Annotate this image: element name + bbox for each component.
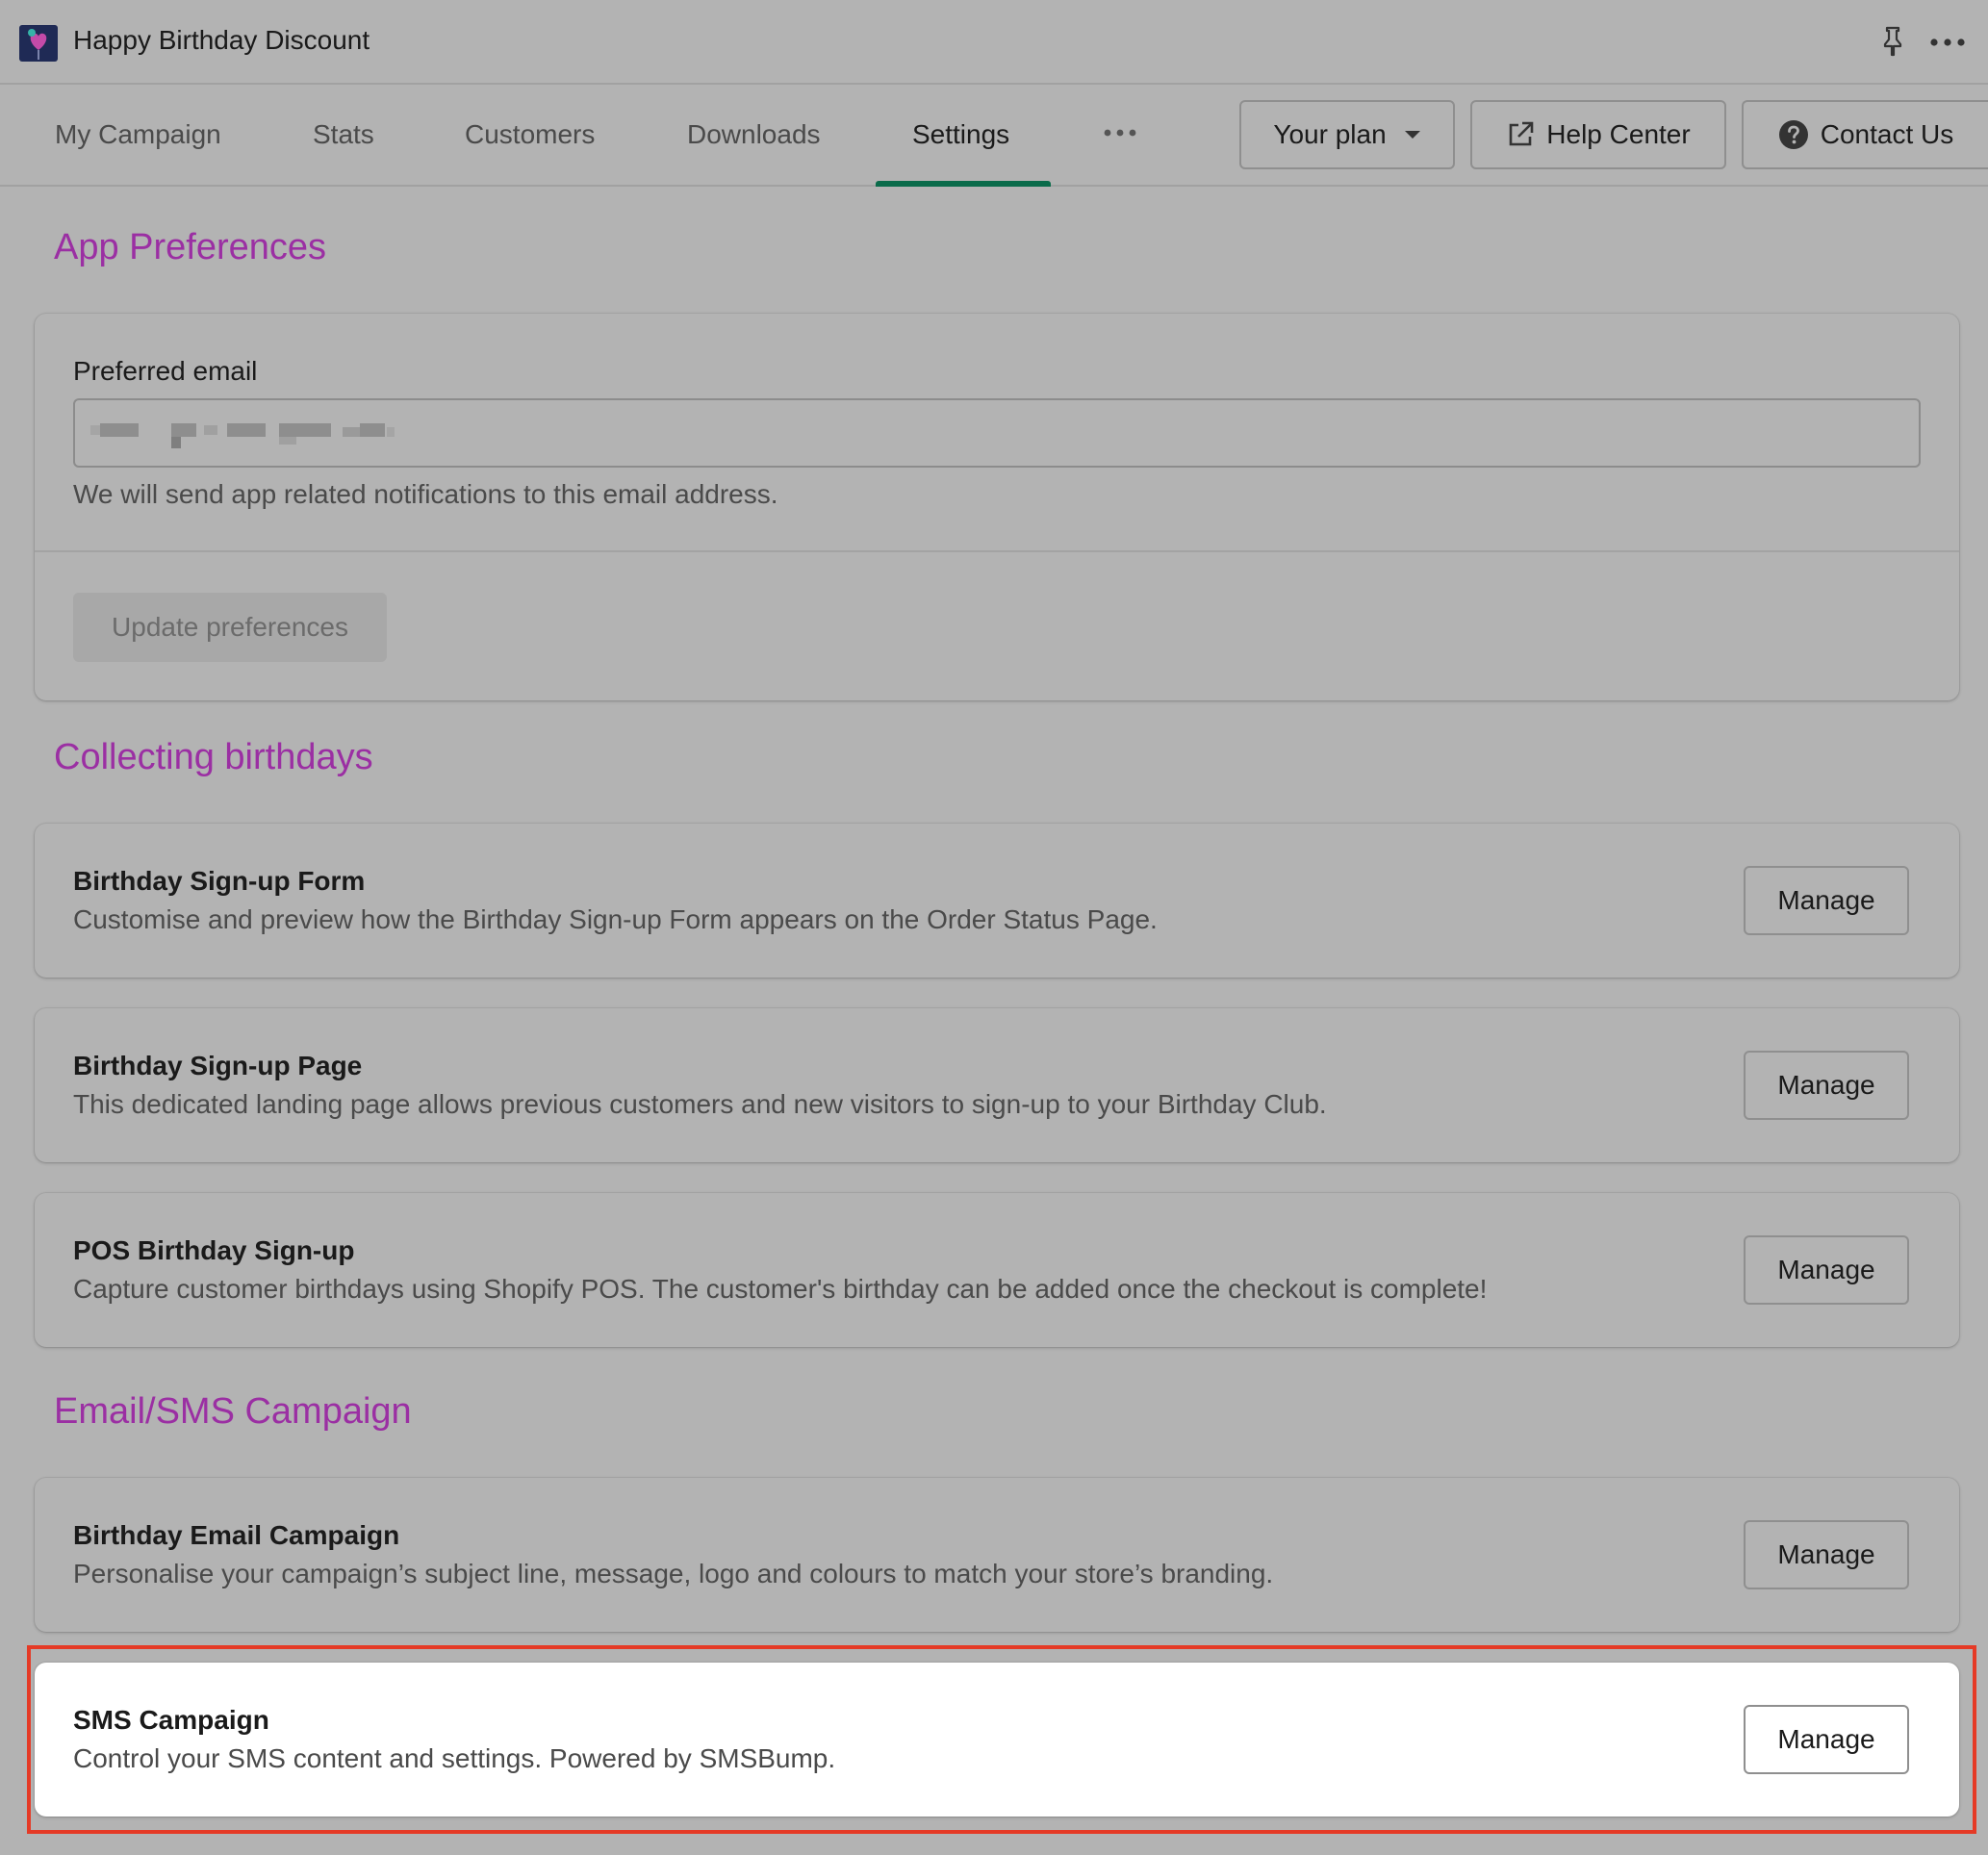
preferred-email-input[interactable]: [73, 398, 1921, 468]
card-description: Personalise your campaign’s subject line…: [73, 1559, 1274, 1588]
active-tab-indicator: [876, 181, 1051, 187]
tab-stats[interactable]: Stats: [313, 119, 374, 150]
update-preferences-button[interactable]: Update preferences: [73, 593, 387, 662]
card-description: Capture customer birthdays using Shopify…: [73, 1274, 1488, 1304]
contact-us-button[interactable]: Contact Us: [1742, 100, 1988, 169]
contact-us-label: Contact Us: [1820, 119, 1954, 149]
app-header: Happy Birthday Discount: [0, 0, 1988, 85]
card-description: Customise and preview how the Birthday S…: [73, 904, 1158, 934]
card-title: Birthday Sign-up Page: [73, 1051, 363, 1080]
pos-birthday-signup-card: POS Birthday Sign-up Capture customer bi…: [35, 1193, 1959, 1347]
card-title: POS Birthday Sign-up: [73, 1235, 355, 1265]
tab-customers[interactable]: Customers: [465, 119, 595, 150]
preferred-email-help-text: We will send app related notifications t…: [73, 479, 778, 509]
email-sms-campaign-title: Email/SMS Campaign: [54, 1391, 412, 1432]
manage-signup-page-button[interactable]: Manage: [1744, 1051, 1909, 1120]
app-preferences-card: Preferred email We will send app related…: [35, 314, 1959, 700]
collecting-birthdays-title: Collecting birthdays: [54, 737, 373, 777]
your-plan-label: Your plan: [1273, 119, 1387, 149]
manage-pos-signup-button[interactable]: Manage: [1744, 1235, 1909, 1305]
card-divider: [35, 550, 1959, 552]
birthday-email-campaign-card: Birthday Email Campaign Personalise your…: [35, 1478, 1959, 1632]
help-center-button[interactable]: Help Center: [1470, 100, 1726, 169]
tab-settings[interactable]: Settings: [912, 119, 1009, 150]
help-center-label: Help Center: [1546, 119, 1691, 149]
app-preferences-title: App Preferences: [54, 227, 327, 267]
card-title: Birthday Email Campaign: [73, 1520, 400, 1550]
your-plan-button[interactable]: Your plan: [1239, 100, 1455, 169]
tab-my-campaign[interactable]: My Campaign: [55, 119, 221, 150]
balloon-heart-logo: [19, 25, 58, 62]
preferred-email-label: Preferred email: [73, 356, 258, 386]
tab-downloads[interactable]: Downloads: [687, 119, 821, 150]
more-horizontal-icon[interactable]: [1928, 29, 1967, 56]
external-link-icon: [1509, 121, 1534, 146]
highlight-annotation: [27, 1645, 1976, 1834]
app-title: Happy Birthday Discount: [73, 25, 370, 55]
manage-signup-form-button[interactable]: Manage: [1744, 866, 1909, 935]
caret-down-icon: [1404, 131, 1420, 139]
question-circle-icon: [1778, 120, 1808, 149]
card-description: This dedicated landing page allows previ…: [73, 1089, 1327, 1119]
pin-icon[interactable]: [1876, 25, 1909, 58]
main-navigation: My Campaign Stats Customers Downloads Se…: [0, 85, 1988, 187]
birthday-signup-page-card: Birthday Sign-up Page This dedicated lan…: [35, 1008, 1959, 1162]
more-tabs-icon[interactable]: [1103, 123, 1137, 142]
manage-email-campaign-button[interactable]: Manage: [1744, 1520, 1909, 1589]
card-title: Birthday Sign-up Form: [73, 866, 366, 896]
birthday-signup-form-card: Birthday Sign-up Form Customise and prev…: [35, 824, 1959, 978]
